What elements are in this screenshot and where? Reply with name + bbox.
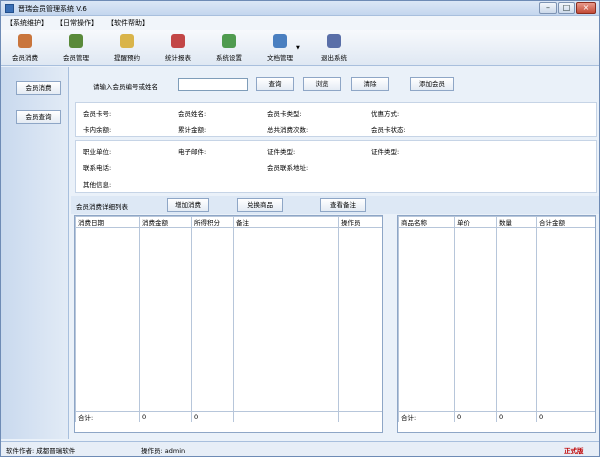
menu-daily-operations[interactable]: 【日常操作】	[56, 18, 98, 28]
query-button[interactable]: 查询	[256, 77, 294, 91]
coins-icon	[18, 34, 32, 48]
total-visits-label: 总共消费次数:	[267, 126, 309, 134]
toolbar-label: 会员管理	[63, 54, 89, 62]
total-cell	[233, 411, 339, 422]
column-header[interactable]: 所得积分	[191, 216, 234, 228]
report-icon	[171, 34, 185, 48]
card-status-label: 会员卡状态:	[371, 126, 406, 134]
card-number-label: 会员卡号:	[83, 110, 112, 118]
member-contact-info: 职业单位: 电子邮件: 证件类型: 证件类型: 联系电话: 会员联系地址: 其他…	[75, 140, 597, 193]
maximize-icon: □	[562, 3, 571, 12]
total-cell	[338, 411, 382, 422]
settings-icon	[222, 34, 236, 48]
menu-system-maintenance[interactable]: 【系统维护】	[6, 18, 48, 28]
add-member-button[interactable]: 添加会员	[410, 77, 454, 91]
menu-software-help[interactable]: 【软件帮助】	[107, 18, 149, 28]
column-header[interactable]: 操作员	[338, 216, 382, 228]
toolbar-reports[interactable]: 统计报表	[156, 34, 200, 64]
app-icon	[5, 4, 14, 13]
view-notes-button[interactable]: 查看备注	[320, 198, 366, 212]
discount-method-label: 优惠方式:	[371, 110, 400, 118]
email-label: 电子邮件:	[178, 148, 207, 156]
product-table[interactable]: 商品名称 单价 数量 合计金额 合计: 0 0 0	[397, 215, 596, 433]
close-icon: ×	[582, 3, 590, 12]
toolbar-label: 会员消费	[12, 54, 38, 62]
exit-icon	[327, 34, 341, 48]
empty-rows	[398, 227, 595, 412]
occupation-label: 职业单位:	[83, 148, 112, 156]
search-label: 请输入会员编号或姓名	[93, 83, 158, 91]
edition-badge: 正式版	[564, 447, 584, 455]
total-points: 0	[191, 411, 234, 422]
toolbar-label: 文档管理	[267, 54, 293, 62]
card-type-label: 会员卡类型:	[267, 110, 302, 118]
total-label: 合计:	[398, 411, 455, 422]
clear-button[interactable]: 清除	[351, 77, 389, 91]
minimize-icon: –	[546, 3, 550, 12]
toolbar-member-consumption[interactable]: 会员消费	[3, 34, 47, 64]
accumulated-amount-label: 累计金额:	[178, 126, 207, 134]
card-balance-label: 卡内余额:	[83, 126, 112, 134]
phone-label: 联系电话:	[83, 164, 112, 172]
total-unit-price: 0	[454, 411, 497, 422]
toolbar-reminder[interactable]: 提醒预约	[105, 34, 149, 64]
column-header[interactable]: 消费日期	[75, 216, 140, 228]
toolbar-documents[interactable]: 文档管理 ▼	[258, 34, 302, 64]
sidebar-item-member-consumption[interactable]: 会员消费	[16, 81, 61, 95]
window-title: 晋瑞会员管理系统 V.6	[18, 5, 87, 13]
menu-bar: 【系统维护】 【日常操作】 【软件帮助】	[1, 16, 599, 30]
author-text: 软件作者: 成都晋瑞软件	[6, 447, 76, 455]
toolbar-settings[interactable]: 系统设置	[207, 34, 251, 64]
sidebar: 会员消费 会员查询	[1, 67, 69, 439]
address-label: 会员联系地址:	[267, 164, 309, 172]
dropdown-arrow-icon[interactable]: ▼	[296, 45, 300, 51]
total-label: 合计:	[75, 411, 140, 422]
reminder-icon	[120, 34, 134, 48]
member-name-label: 会员姓名:	[178, 110, 207, 118]
detail-list-title: 会员消费详细列表	[76, 203, 128, 211]
browse-button[interactable]: 浏览	[303, 77, 341, 91]
sidebar-item-member-query[interactable]: 会员查询	[16, 110, 61, 124]
minimize-button[interactable]: –	[539, 2, 557, 14]
toolbar-member-management[interactable]: 会员管理	[54, 34, 98, 64]
maximize-button[interactable]: □	[558, 2, 575, 14]
member-card-info: 会员卡号: 会员姓名: 会员卡类型: 优惠方式: 卡内余额: 累计金额: 总共消…	[75, 102, 597, 137]
column-header[interactable]: 数量	[496, 216, 537, 228]
toolbar: 会员消费 会员管理 提醒预约 统计报表 系统设置 文档管理 ▼ 退出系统	[1, 30, 599, 66]
detail-toolbar: 会员消费详细列表 增加消费 兑换商品 查看备注	[71, 196, 599, 214]
id-type-label-2: 证件类型:	[371, 148, 400, 156]
total-quantity: 0	[496, 411, 537, 422]
close-button[interactable]: ×	[576, 2, 596, 14]
empty-rows	[75, 227, 382, 412]
total-amount: 0	[139, 411, 192, 422]
other-info-label: 其他信息:	[83, 181, 112, 189]
redeem-goods-button[interactable]: 兑换商品	[237, 198, 283, 212]
search-input[interactable]	[178, 78, 248, 91]
toolbar-label: 统计报表	[165, 54, 191, 62]
column-header[interactable]: 消费金额	[139, 216, 192, 228]
title-bar[interactable]: 晋瑞会员管理系统 V.6 – □ ×	[1, 1, 599, 16]
consumption-table[interactable]: 消费日期 消费金额 所得积分 备注 操作员 合计: 0 0	[74, 215, 383, 433]
main-panel: 请输入会员编号或姓名 查询 浏览 清除 添加会员 会员卡号: 会员姓名: 会员卡…	[71, 67, 599, 439]
total-amount: 0	[536, 411, 595, 422]
users-icon	[69, 34, 83, 48]
add-consumption-button[interactable]: 增加消费	[167, 198, 209, 212]
status-bar: 软件作者: 成都晋瑞软件 操作员: admin 正式版	[1, 441, 599, 456]
main-window: 晋瑞会员管理系统 V.6 – □ × 【系统维护】 【日常操作】 【软件帮助】 …	[0, 0, 600, 457]
toolbar-label: 退出系统	[321, 54, 347, 62]
table-splitter[interactable]	[383, 215, 397, 433]
operator-text: 操作员: admin	[141, 447, 186, 455]
column-header[interactable]: 商品名称	[398, 216, 455, 228]
total-row: 合计: 0 0	[75, 411, 382, 422]
toolbar-label: 系统设置	[216, 54, 242, 62]
column-header[interactable]: 备注	[233, 216, 339, 228]
column-header[interactable]: 单价	[454, 216, 497, 228]
column-header[interactable]: 合计金额	[536, 216, 595, 228]
toolbar-label: 提醒预约	[114, 54, 140, 62]
toolbar-exit[interactable]: 退出系统	[312, 34, 356, 64]
total-row: 合计: 0 0 0	[398, 411, 595, 422]
document-icon	[273, 34, 287, 48]
id-type-label: 证件类型:	[267, 148, 296, 156]
